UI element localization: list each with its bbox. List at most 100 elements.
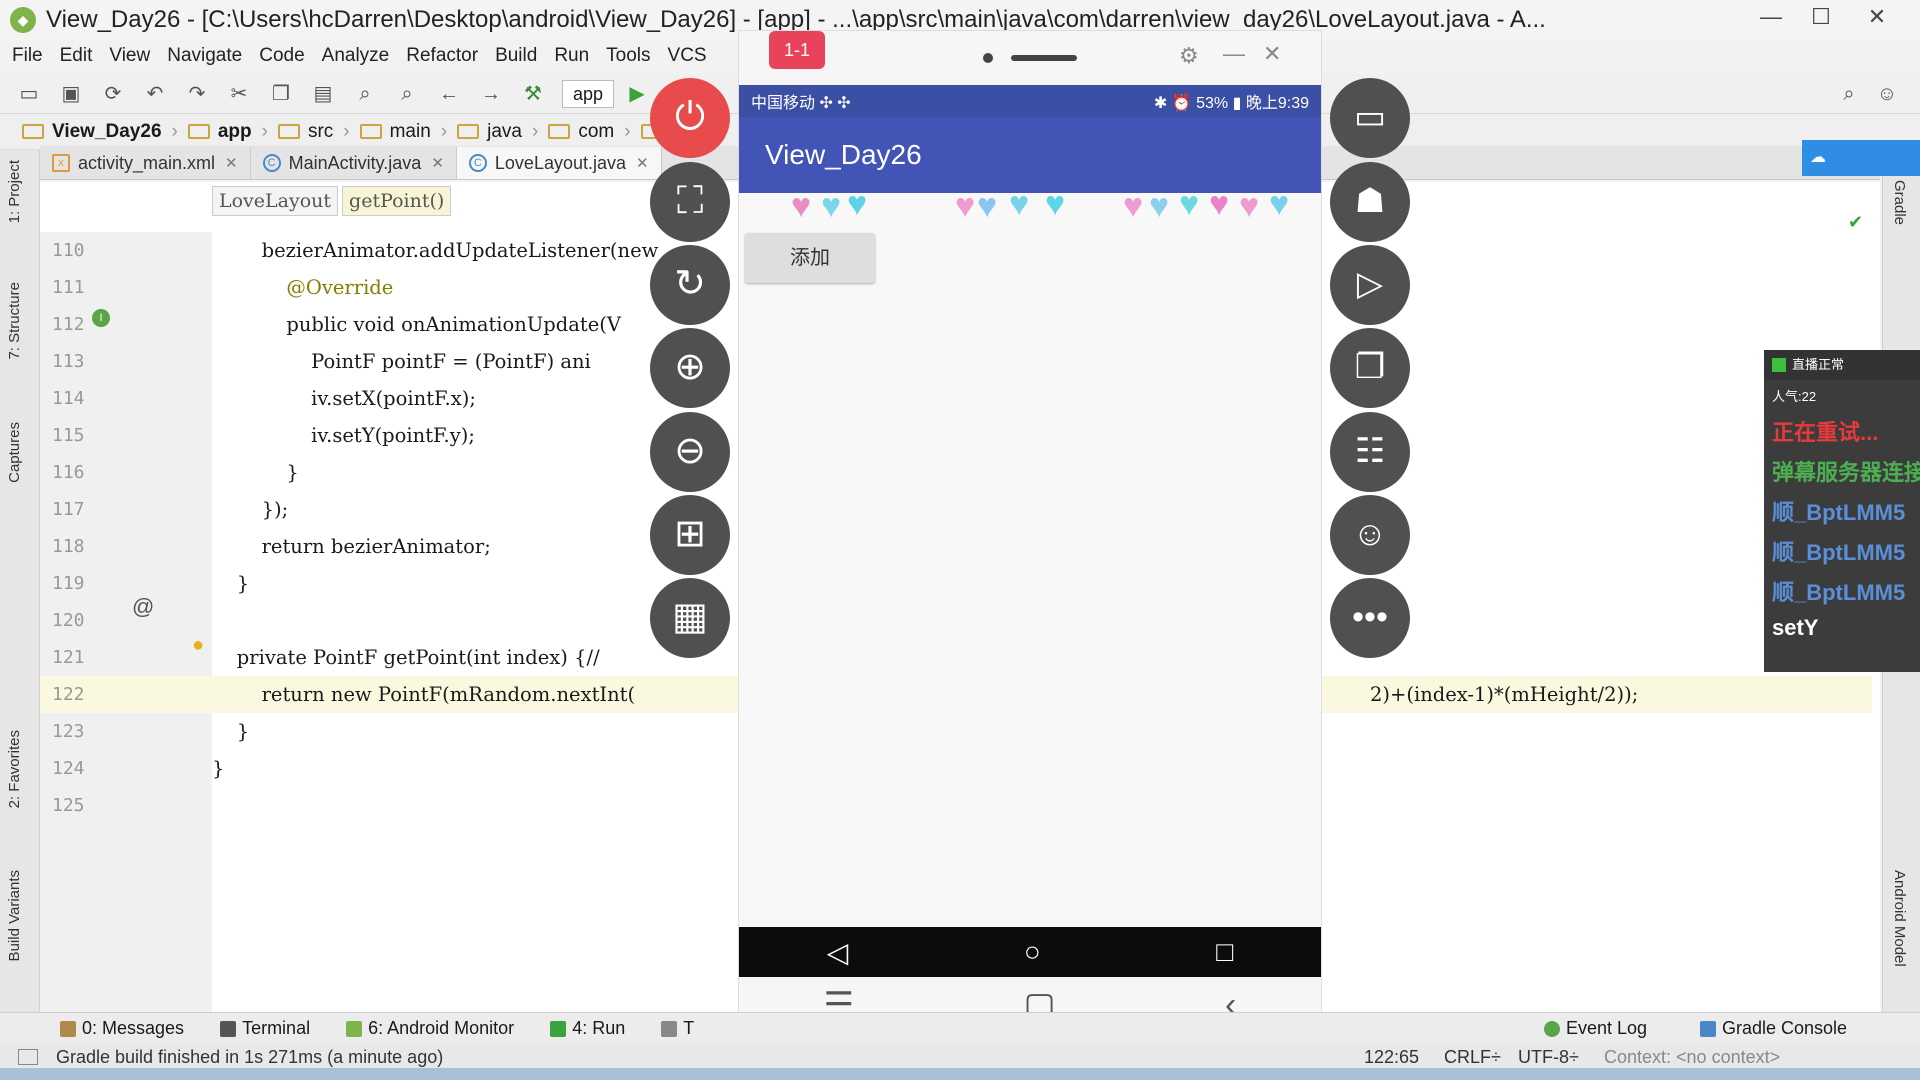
record-video-button[interactable]: ▦ xyxy=(650,578,730,658)
live-status-icon xyxy=(1772,358,1786,372)
tool-android-monitor[interactable]: 6: Android Monitor xyxy=(346,1018,514,1039)
tool-terminal[interactable]: Terminal xyxy=(220,1018,310,1039)
rotate-button[interactable]: ↻ xyxy=(650,245,730,325)
more-button[interactable]: ••• xyxy=(1330,578,1410,658)
maximize-button[interactable]: ☐ xyxy=(1796,2,1846,34)
folder-icon xyxy=(277,124,300,139)
tool-android-model[interactable]: Android Model xyxy=(1891,870,1908,967)
save-icon[interactable]: ▣ xyxy=(58,81,84,107)
menu-navigate[interactable]: Navigate xyxy=(167,45,242,67)
tool-captures[interactable]: Captures xyxy=(6,422,23,483)
tab-love-layout[interactable]: C LoveLayout.java ✕ xyxy=(456,147,662,179)
user-icon[interactable]: ☺ xyxy=(1874,81,1900,107)
keyboard-button[interactable]: ☷ xyxy=(1330,412,1410,492)
play-button[interactable]: ▷ xyxy=(1330,245,1410,325)
sync-icon[interactable]: ⟳ xyxy=(100,81,126,107)
editor-breadcrumb: LoveLayout getPoint() xyxy=(212,182,455,220)
file-manager-button[interactable]: ▭ xyxy=(1330,78,1410,158)
screenshot-button[interactable]: ⊞ xyxy=(650,495,730,575)
volume-up-button[interactable]: ⊕ xyxy=(650,328,730,408)
copy-icon[interactable]: ❐ xyxy=(268,81,294,107)
fullscreen-button[interactable]: ⛶ xyxy=(650,162,730,242)
back-icon[interactable]: ← xyxy=(436,81,462,107)
android-nav-bar: ◁ ○ □ xyxy=(739,927,1321,977)
tool-todo[interactable]: T xyxy=(661,1018,694,1039)
left-tool-strip: 1: Project 7: Structure Captures 2: Favo… xyxy=(0,150,40,1012)
tab-main-activity[interactable]: C MainActivity.java ✕ xyxy=(251,147,457,179)
sim-close-icon[interactable]: ✕ xyxy=(1263,41,1281,67)
search-everywhere-icon[interactable]: ⌕ xyxy=(1836,81,1862,107)
heart-icon: ♥ xyxy=(821,187,842,225)
close-button[interactable]: ✕ xyxy=(1852,2,1902,34)
annotation-marker-icon[interactable]: @ xyxy=(132,594,154,620)
nav-home-icon[interactable]: ○ xyxy=(1024,936,1041,968)
tab-activity-main[interactable]: x activity_main.xml ✕ xyxy=(40,147,251,179)
menu-edit[interactable]: Edit xyxy=(60,45,93,67)
tool-build-variants[interactable]: Build Variants xyxy=(6,870,23,961)
replace-icon[interactable]: ⌕ xyxy=(394,81,420,107)
menu-tools[interactable]: Tools xyxy=(606,45,650,67)
menu-vcs[interactable]: VCS xyxy=(668,45,707,67)
crumb-java[interactable]: java › xyxy=(457,121,538,143)
minimize-button[interactable]: — xyxy=(1746,2,1796,34)
open-folder-icon[interactable]: ▭ xyxy=(16,81,42,107)
tool-messages[interactable]: 0: Messages xyxy=(60,1018,184,1039)
menu-analyze[interactable]: Analyze xyxy=(322,45,390,67)
simulator-badge: 1-1 xyxy=(769,31,825,69)
lightbulb-icon[interactable]: ● xyxy=(192,634,204,657)
menu-build[interactable]: Build xyxy=(495,45,537,67)
status-bar: Gradle build finished in 1s 271ms (a min… xyxy=(0,1044,1920,1070)
cut-icon[interactable]: ✂ xyxy=(226,81,252,107)
line-separator[interactable]: CRLF÷ xyxy=(1444,1047,1501,1068)
contacts-button[interactable]: ☺ xyxy=(1330,495,1410,575)
nav-recents-icon[interactable]: □ xyxy=(1216,936,1233,968)
tool-favorites[interactable]: 2: Favorites xyxy=(6,730,23,808)
toggle-tool-windows-icon[interactable] xyxy=(18,1049,38,1065)
menu-refactor[interactable]: Refactor xyxy=(406,45,478,67)
run-icon[interactable]: ▶ xyxy=(624,81,650,107)
find-icon[interactable]: ⌕ xyxy=(352,81,378,107)
tool-gradle-console[interactable]: Gradle Console xyxy=(1700,1018,1847,1039)
copy-button[interactable]: ❐ xyxy=(1330,328,1410,408)
close-tab-icon[interactable]: ✕ xyxy=(636,154,649,172)
caret-position[interactable]: 122:65 xyxy=(1364,1047,1419,1068)
crumb-src[interactable]: src › xyxy=(277,121,350,143)
tool-project[interactable]: 1: Project xyxy=(6,160,23,223)
menu-view[interactable]: View xyxy=(109,45,150,67)
crumb-method[interactable]: getPoint() xyxy=(342,186,452,216)
settings-gear-icon[interactable]: ⚙ xyxy=(1179,43,1199,69)
sim-minimize-icon[interactable]: — xyxy=(1223,41,1245,67)
folder-icon xyxy=(457,124,480,139)
menu-code[interactable]: Code xyxy=(259,45,304,67)
crumb-app[interactable]: app › xyxy=(187,121,268,143)
forward-icon[interactable]: → xyxy=(478,81,504,107)
install-apk-button[interactable]: ☗ xyxy=(1330,162,1410,242)
add-button[interactable]: 添加 xyxy=(745,233,875,283)
power-button[interactable]: ⏻ xyxy=(650,78,730,158)
menu-run[interactable]: Run xyxy=(554,45,589,67)
redo-icon[interactable]: ↷ xyxy=(184,81,210,107)
tool-gradle[interactable]: Gradle xyxy=(1891,180,1908,225)
crumb-class[interactable]: LoveLayout xyxy=(212,186,339,216)
menu-file[interactable]: File xyxy=(12,45,43,67)
tool-event-log[interactable]: Event Log xyxy=(1544,1018,1647,1039)
run-config-select[interactable]: app xyxy=(562,79,615,108)
build-hammer-icon[interactable]: ⚒ xyxy=(520,81,546,107)
override-marker-icon[interactable]: I xyxy=(92,309,110,327)
crumb-com[interactable]: com › xyxy=(548,121,631,143)
undo-icon[interactable]: ↶ xyxy=(142,81,168,107)
volume-down-button[interactable]: ⊖ xyxy=(650,412,730,492)
messages-icon xyxy=(60,1020,76,1037)
line-number: 117 xyxy=(52,499,85,520)
close-tab-icon[interactable]: ✕ xyxy=(225,154,238,172)
file-encoding[interactable]: UTF-8÷ xyxy=(1518,1047,1579,1068)
tool-run[interactable]: 4: Run xyxy=(550,1018,625,1039)
crumb-main[interactable]: main › xyxy=(359,121,447,143)
live-share-badge[interactable]: ☁ xyxy=(1802,140,1920,176)
nav-back-icon[interactable]: ◁ xyxy=(827,936,849,969)
crumb-project[interactable]: View_Day26 › xyxy=(22,121,178,143)
tool-structure[interactable]: 7: Structure xyxy=(6,282,23,360)
paste-icon[interactable]: ▤ xyxy=(310,81,336,107)
close-tab-icon[interactable]: ✕ xyxy=(431,154,444,172)
phone-status-right: ✱ ⏰ 53% ▮ 晚上9:39 xyxy=(1153,95,1309,112)
